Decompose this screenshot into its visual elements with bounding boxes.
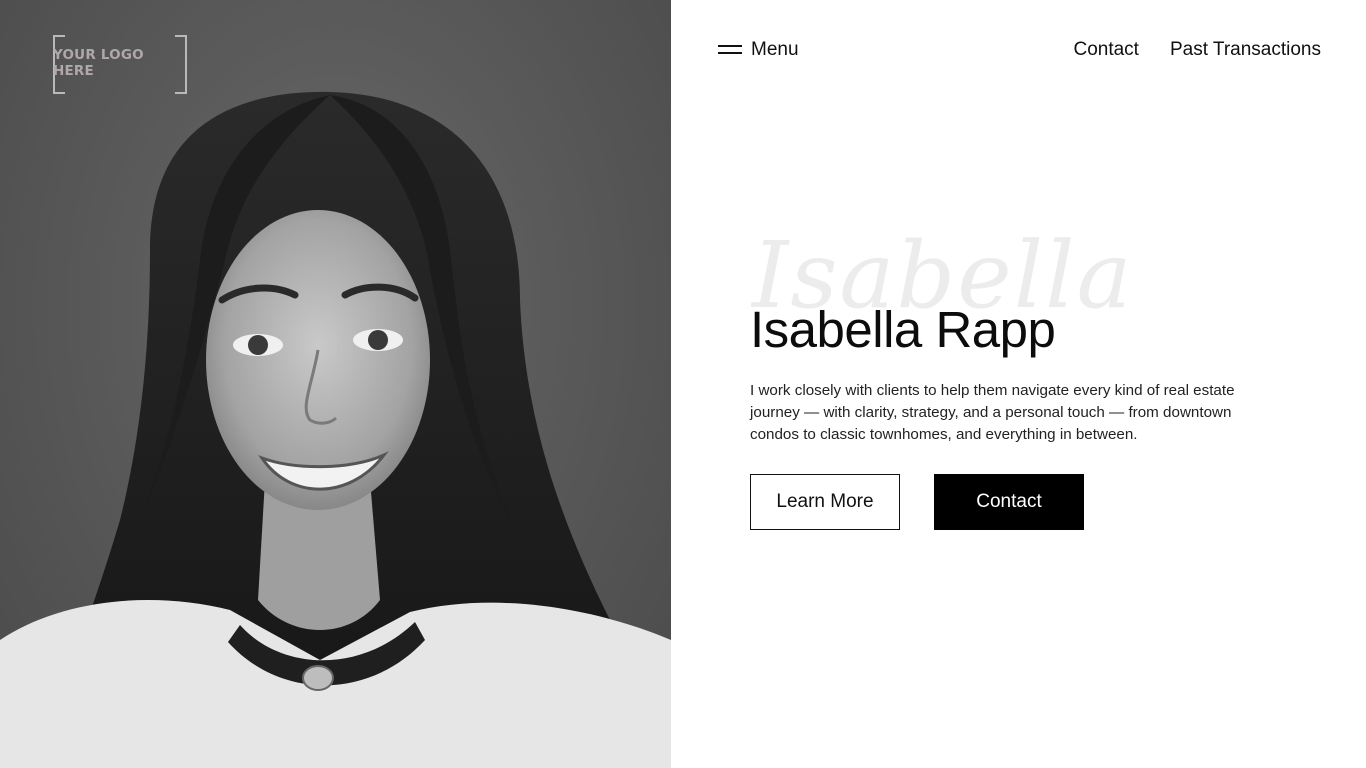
nav-link-past-transactions[interactable]: Past Transactions bbox=[1170, 36, 1321, 64]
company-logo[interactable]: YOUR LOGO HERE bbox=[53, 35, 187, 94]
top-navigation: Menu Contact Past Transactions bbox=[671, 0, 1366, 100]
contact-button[interactable]: Contact bbox=[934, 474, 1084, 530]
nav-links: Contact Past Transactions bbox=[1073, 36, 1321, 64]
menu-button[interactable]: Menu bbox=[718, 36, 799, 64]
agent-portrait-photo bbox=[0, 91, 671, 768]
agent-bio: I work closely with clients to help them… bbox=[750, 382, 1235, 443]
learn-more-button[interactable]: Learn More bbox=[750, 474, 900, 530]
hamburger-menu-icon bbox=[718, 45, 742, 55]
menu-label: Menu bbox=[751, 39, 799, 60]
agent-name-heading: Isabella Rapp bbox=[750, 301, 1056, 358]
nav-link-contact[interactable]: Contact bbox=[1073, 36, 1138, 64]
agent-photo-panel: YOUR LOGO HERE bbox=[0, 0, 671, 768]
hero-buttons: Learn More Contact bbox=[750, 474, 1084, 530]
logo-bracket-right bbox=[175, 35, 187, 94]
logo-text: YOUR LOGO HERE bbox=[53, 46, 144, 79]
